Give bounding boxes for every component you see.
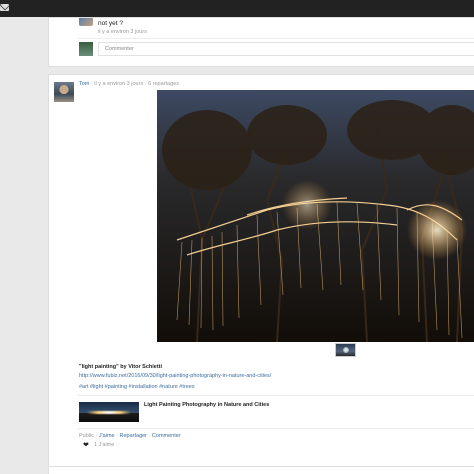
heart-icon[interactable]: ❤: [83, 442, 90, 449]
top-bar: [0, 0, 474, 17]
comment-time: il y a environ 3 jours: [98, 29, 147, 35]
current-user-avatar: [79, 42, 93, 56]
post-meta: Tom · il y a environ 3 jours · 6 reparta…: [79, 81, 179, 87]
comment-button[interactable]: Commenter: [152, 433, 181, 439]
commenter-avatar[interactable]: [79, 18, 93, 26]
post-actions: Public · J'aime · Repartager · Commenter: [79, 433, 181, 439]
reshare-button[interactable]: Repartager: [120, 433, 148, 439]
post-tags[interactable]: #art #light #painting #installation #nat…: [79, 384, 195, 390]
divider: [77, 428, 474, 429]
like-button[interactable]: J'aime: [99, 433, 115, 439]
post-link[interactable]: http://www.fubiz.net/2016/09/30/light-pa…: [79, 373, 271, 379]
author-name[interactable]: Tom: [79, 81, 89, 87]
shared-link-title[interactable]: Light Painting Photography in Nature and…: [144, 402, 269, 408]
visibility-public: Public: [79, 433, 94, 439]
divider: [77, 38, 474, 39]
post-card-previous: not yet ? il y a environ 3 jours Comment…: [48, 17, 474, 67]
comment-text: not yet ?: [98, 20, 123, 27]
divider: [77, 395, 474, 396]
post-title: "light painting" by Vitor Schietti: [79, 364, 163, 370]
comment-input[interactable]: Commenter: [98, 42, 474, 56]
photo-thumbnail[interactable]: [335, 343, 356, 357]
like-count[interactable]: 1 J'aime: [94, 442, 114, 448]
post-card: Tom · il y a environ 3 jours · 6 reparta…: [48, 74, 474, 470]
post-photo[interactable]: [157, 90, 474, 342]
mail-icon[interactable]: [0, 4, 9, 11]
author-avatar[interactable]: [54, 82, 74, 102]
light-painting-image: [157, 90, 474, 342]
post-time-reshares: · il y a environ 3 jours · 6 repartages: [89, 81, 179, 87]
shared-link-thumbnail[interactable]: [79, 402, 139, 422]
post-card-next: [48, 466, 474, 474]
